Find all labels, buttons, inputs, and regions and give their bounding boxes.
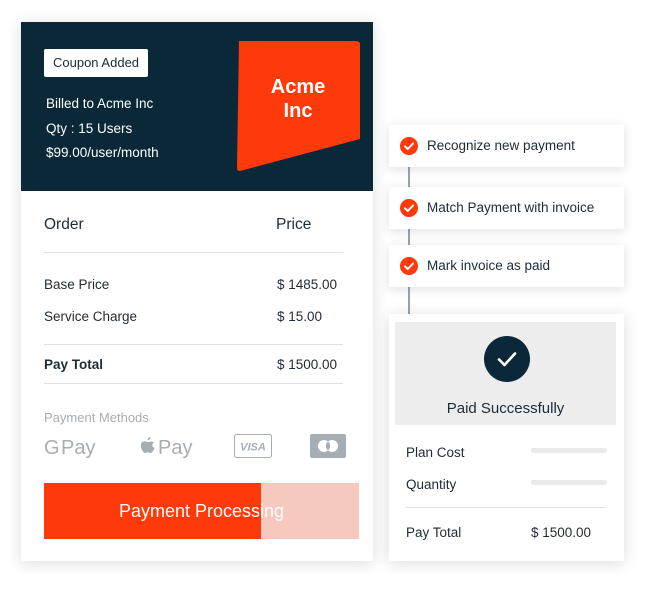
svg-text:Pay: Pay bbox=[61, 437, 95, 459]
step-label: Match Payment with invoice bbox=[427, 200, 595, 215]
rate-text: $99.00/user/month bbox=[46, 145, 159, 160]
apple-pay-icon[interactable]: Pay bbox=[140, 434, 196, 460]
order-row-label: Base Price bbox=[44, 277, 110, 292]
invoice-card: Coupon Added Billed to Acme Inc Qty : 15… bbox=[21, 22, 373, 561]
plan-cost-label: Plan Cost bbox=[406, 445, 465, 460]
step-match-payment: Match Payment with invoice bbox=[389, 187, 624, 229]
step-recognize-payment: Recognize new payment bbox=[389, 125, 624, 167]
order-row-label: Service Charge bbox=[44, 309, 138, 324]
coupon-badge: Coupon Added bbox=[44, 49, 149, 77]
divider bbox=[44, 252, 343, 253]
receipt-total-value: $ 1500.00 bbox=[531, 525, 592, 540]
timeline-connector bbox=[408, 160, 410, 320]
price-column-header: Price bbox=[276, 216, 312, 233]
divider bbox=[406, 507, 606, 508]
quantity-placeholder bbox=[531, 480, 607, 485]
google-pay-icon[interactable]: G Pay bbox=[44, 435, 100, 459]
check-circle-icon bbox=[400, 137, 418, 155]
pay-total-label: Pay Total bbox=[44, 357, 104, 372]
invoice-header: Coupon Added Billed to Acme Inc Qty : 15… bbox=[21, 22, 373, 191]
quantity-label: Quantity bbox=[406, 477, 457, 492]
paid-successfully-label: Paid Successfully bbox=[446, 400, 565, 417]
check-circle-icon bbox=[400, 199, 418, 217]
payment-status-panel: Paid Successfully bbox=[395, 322, 616, 425]
success-check-icon bbox=[484, 336, 530, 382]
divider bbox=[44, 344, 343, 345]
step-label: Recognize new payment bbox=[427, 138, 575, 153]
svg-text:Pay: Pay bbox=[158, 437, 192, 459]
order-row-value: $ 15.00 bbox=[277, 309, 323, 324]
payment-processing-button[interactable]: Payment Processing bbox=[44, 483, 359, 539]
mastercard-icon[interactable] bbox=[310, 434, 346, 458]
visa-icon[interactable]: VISA bbox=[234, 434, 272, 458]
order-column-header: Order bbox=[44, 216, 84, 233]
payment-processing-label: Payment Processing bbox=[118, 501, 285, 521]
svg-text:G: G bbox=[44, 437, 60, 459]
plan-cost-placeholder bbox=[531, 448, 607, 453]
quantity-text: Qty : 15 Users bbox=[46, 121, 133, 136]
receipt-card: Paid Successfully Plan Cost Quantity Pay… bbox=[389, 314, 624, 561]
payment-methods-label: Payment Methods bbox=[44, 410, 149, 425]
receipt-total-label: Pay Total bbox=[406, 525, 462, 540]
billed-to-text: Billed to Acme Inc bbox=[46, 96, 154, 111]
company-logo-text: Acme Inc bbox=[270, 76, 326, 122]
check-circle-icon bbox=[400, 257, 418, 275]
step-label: Mark invoice as paid bbox=[427, 258, 551, 273]
order-row-value: $ 1485.00 bbox=[277, 277, 338, 292]
divider bbox=[44, 383, 343, 384]
svg-text:VISA: VISA bbox=[240, 442, 266, 454]
pay-total-value: $ 1500.00 bbox=[277, 357, 338, 372]
step-mark-paid: Mark invoice as paid bbox=[389, 245, 624, 287]
